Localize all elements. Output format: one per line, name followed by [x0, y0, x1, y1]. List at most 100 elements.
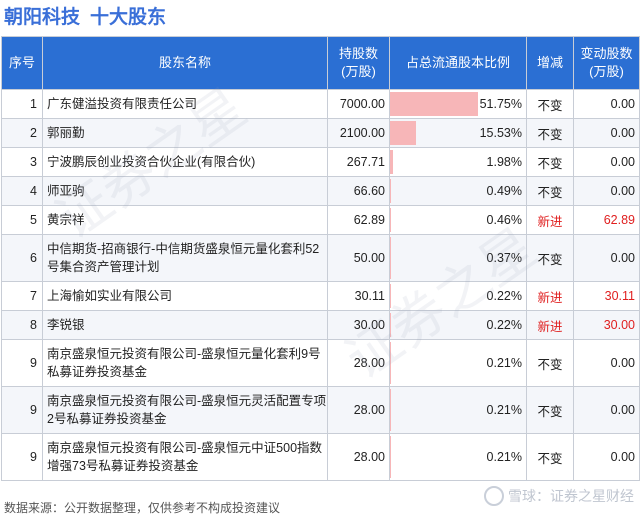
table-row: 1 广东健溢投资有限责任公司 7000.00 51.75% 不变 0.00: [1, 89, 640, 119]
ratio-cell: 0.49%: [389, 176, 527, 206]
delta-shares: 0.00: [573, 339, 640, 387]
shares-held: 30.00: [327, 310, 390, 340]
shareholder-name: 南京盛泉恒元投资有限公司-盛泉恒元中证500指数增强73号私募证券投资基金: [42, 433, 328, 481]
row-index: 9: [1, 386, 43, 434]
shares-held: 2100.00: [327, 118, 390, 148]
delta-shares: 0.00: [573, 89, 640, 119]
ratio-cell: 0.22%: [389, 281, 527, 311]
table-row: 9 南京盛泉恒元投资有限公司-盛泉恒元量化套利9号私募证券投资基金 28.00 0.2…: [1, 339, 640, 387]
shareholder-name: 南京盛泉恒元投资有限公司-盛泉恒元量化套利9号私募证券投资基金: [42, 339, 328, 387]
delta-shares: 0.00: [573, 147, 640, 177]
ratio-value: 0.21%: [486, 356, 522, 370]
ratio-bar: [390, 237, 391, 279]
shares-held: 7000.00: [327, 89, 390, 119]
change-status: 不变: [526, 339, 574, 387]
row-index: 2: [1, 118, 43, 148]
shareholder-name: 郭丽勤: [42, 118, 328, 148]
change-status: 不变: [526, 386, 574, 434]
shares-held: 267.71: [327, 147, 390, 177]
col-header-delta: 变动股数 (万股): [573, 36, 640, 90]
change-status: 不变: [526, 234, 574, 282]
ratio-cell: 0.46%: [389, 205, 527, 235]
shares-held: 28.00: [327, 386, 390, 434]
col-header-ratio: 占总流通股本比例: [389, 36, 527, 90]
col-header-index: 序号: [1, 36, 43, 90]
col-header-name: 股东名称: [42, 36, 328, 90]
shares-held: 30.11: [327, 281, 390, 311]
delta-shares: 30.11: [573, 281, 640, 311]
ratio-bar: [390, 208, 391, 232]
ratio-value: 0.21%: [486, 403, 522, 417]
ratio-bar: [390, 121, 417, 145]
ratio-bar: [390, 92, 478, 116]
shares-held: 66.60: [327, 176, 390, 206]
delta-shares: 30.00: [573, 310, 640, 340]
shares-held: 28.00: [327, 339, 390, 387]
row-index: 4: [1, 176, 43, 206]
ratio-value: 0.46%: [486, 213, 522, 227]
shareholder-name: 师亚驹: [42, 176, 328, 206]
table-row: 9 南京盛泉恒元投资有限公司-盛泉恒元中证500指数增强73号私募证券投资基金 28…: [1, 433, 640, 481]
page-title: 朝阳科技 十大股东: [4, 3, 166, 33]
delta-shares: 62.89: [573, 205, 640, 235]
change-status: 不变: [526, 89, 574, 119]
company-name: 朝阳科技: [4, 7, 81, 28]
table-row: 6 中信期货-招商银行-中信期货盛泉恒元量化套利52号集合资产管理计划 50.00 0…: [1, 234, 640, 282]
col-header-change: 增减: [526, 36, 574, 90]
row-index: 9: [1, 433, 43, 481]
table-row: 7 上海愉如实业有限公司 30.11 0.22% 新进 30.11: [1, 281, 640, 311]
ratio-value: 51.75%: [479, 97, 522, 111]
shares-held: 50.00: [327, 234, 390, 282]
ratio-cell: 15.53%: [389, 118, 527, 148]
change-status: 新进: [526, 281, 574, 311]
shareholder-name: 上海愉如实业有限公司: [42, 281, 328, 311]
row-index: 6: [1, 234, 43, 282]
shares-held: 28.00: [327, 433, 390, 481]
ratio-value: 0.49%: [486, 184, 522, 198]
shareholder-name: 宁波鹏辰创业投资合伙企业(有限合伙): [42, 147, 328, 177]
shareholders-table: 序号 股东名称 持股数 (万股) 占总流通股本比例 增减 变动股数 (万股) 1…: [1, 36, 640, 481]
brand-watermark: 雪球：证券之星财经: [484, 486, 634, 506]
data-source-note: 数据来源：公开数据整理，仅供参考不构成投资建议: [4, 501, 281, 515]
shareholder-name: 黄宗祥: [42, 205, 328, 235]
brand-text: 雪球：证券之星财经: [508, 488, 634, 504]
table-row: 8 李锐银 30.00 0.22% 新进 30.00: [1, 310, 640, 340]
ratio-cell: 0.21%: [389, 339, 527, 387]
row-index: 5: [1, 205, 43, 235]
delta-shares: 0.00: [573, 433, 640, 481]
table-row: 3 宁波鹏辰创业投资合伙企业(有限合伙) 267.71 1.98% 不变 0.00: [1, 147, 640, 177]
ratio-cell: 0.37%: [389, 234, 527, 282]
row-index: 1: [1, 89, 43, 119]
table-row: 4 师亚驹 66.60 0.49% 不变 0.00: [1, 176, 640, 206]
change-status: 不变: [526, 147, 574, 177]
change-status: 新进: [526, 205, 574, 235]
shareholder-name: 广东健溢投资有限责任公司: [42, 89, 328, 119]
shareholder-name: 南京盛泉恒元投资有限公司-盛泉恒元灵活配置专项2号私募证券投资基金: [42, 386, 328, 434]
shareholder-name: 中信期货-招商银行-中信期货盛泉恒元量化套利52号集合资产管理计划: [42, 234, 328, 282]
ratio-bar: [390, 150, 394, 174]
ratio-cell: 1.98%: [389, 147, 527, 177]
row-index: 3: [1, 147, 43, 177]
table-row: 5 黄宗祥 62.89 0.46% 新进 62.89: [1, 205, 640, 235]
snowball-logo-icon: [484, 486, 504, 506]
ratio-value: 0.21%: [486, 450, 522, 464]
ratio-value: 0.37%: [486, 251, 522, 265]
ratio-cell: 0.21%: [389, 386, 527, 434]
col-header-shares: 持股数 (万股): [327, 36, 390, 90]
delta-shares: 0.00: [573, 176, 640, 206]
ratio-value: 15.53%: [479, 126, 522, 140]
change-status: 不变: [526, 176, 574, 206]
ratio-value: 0.22%: [486, 318, 522, 332]
row-index: 7: [1, 281, 43, 311]
ratio-cell: 51.75%: [389, 89, 527, 119]
ratio-bar: [390, 179, 391, 203]
shareholder-name: 李锐银: [42, 310, 328, 340]
table-header-row: 序号 股东名称 持股数 (万股) 占总流通股本比例 增减 变动股数 (万股): [1, 36, 640, 90]
change-status: 不变: [526, 433, 574, 481]
change-status: 不变: [526, 118, 574, 148]
change-status: 新进: [526, 310, 574, 340]
page-subtitle: 十大股东: [90, 7, 167, 28]
delta-shares: 0.00: [573, 386, 640, 434]
ratio-cell: 0.21%: [389, 433, 527, 481]
row-index: 8: [1, 310, 43, 340]
